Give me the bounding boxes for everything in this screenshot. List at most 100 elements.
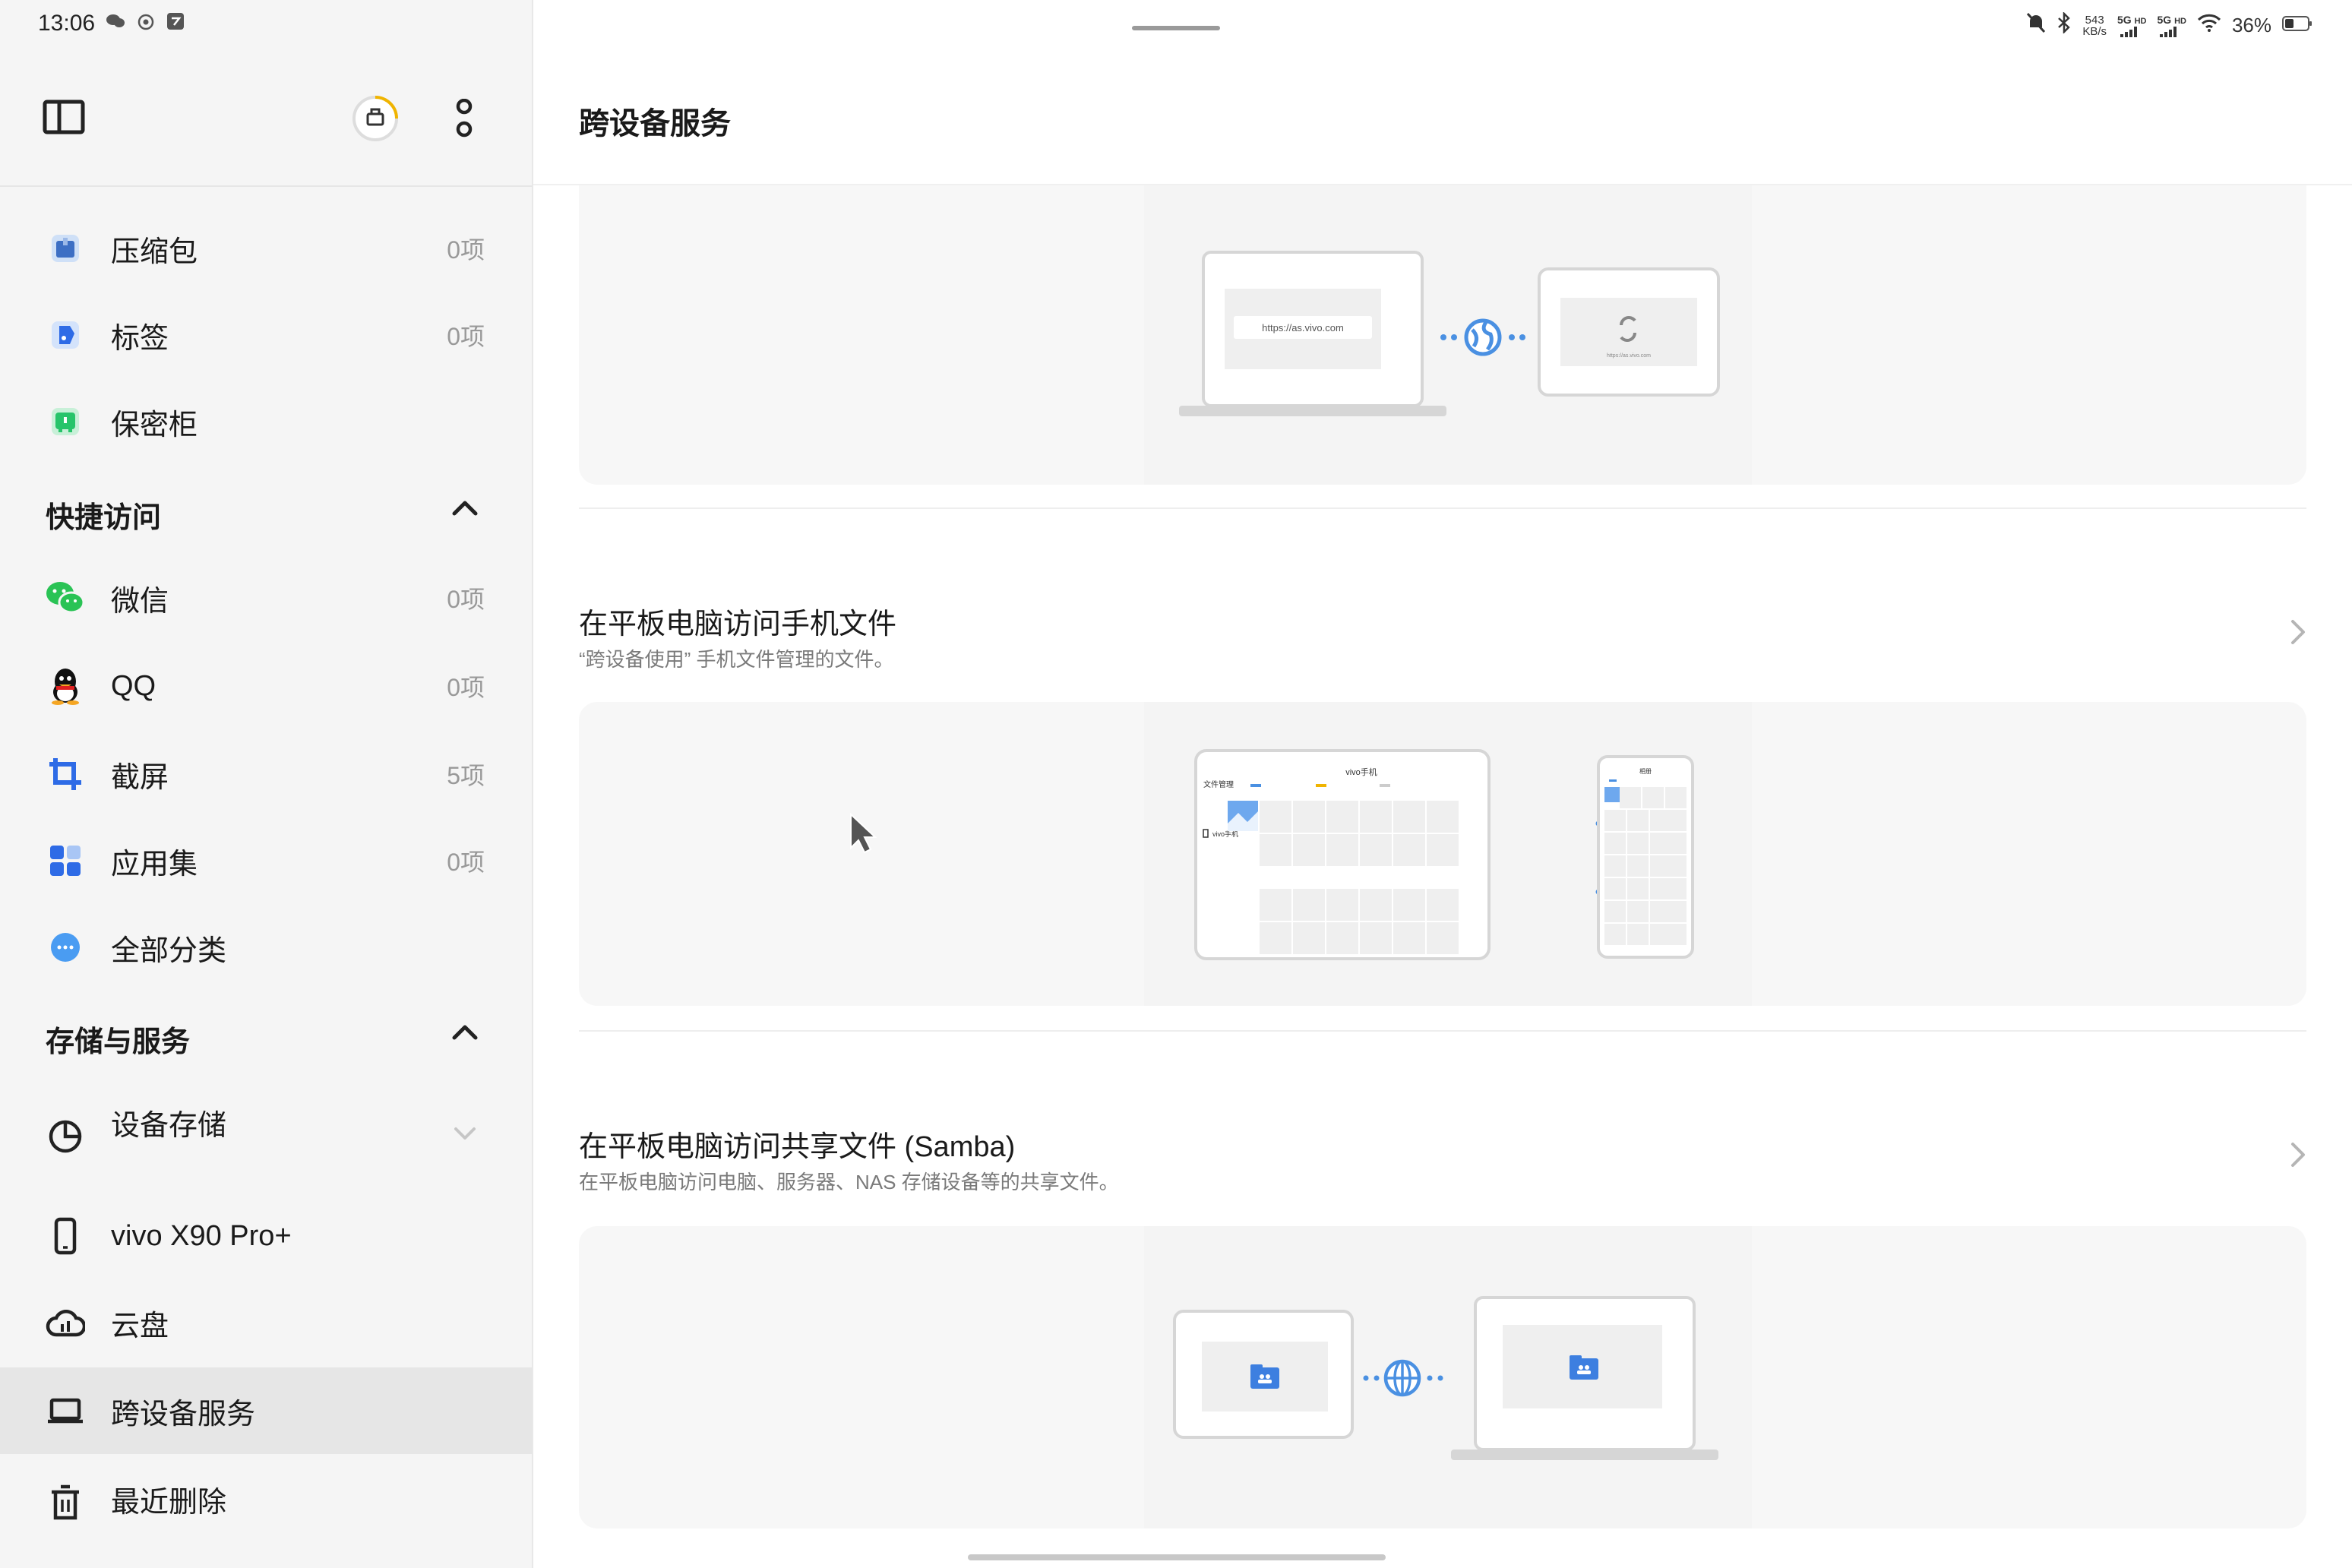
chevron-right-icon — [2287, 1140, 2309, 1170]
cloud-icon — [44, 1301, 87, 1344]
sim2-network-type: 5G — [2157, 13, 2172, 26]
feature-row-samba[interactable]: 在平板电脑访问共享文件 (Samba) 在平板电脑访问电脑、服务器、NAS 存储… — [533, 1100, 2352, 1214]
section-title-storage: 存储与服务 — [46, 1026, 191, 1058]
web-access-illustration: https://as.vivo.com https://as.vivo.com — [1179, 251, 1720, 416]
home-indicator[interactable] — [968, 1554, 1386, 1560]
sidebar-item-label: 截屏 — [111, 761, 169, 794]
sidebar-item-archive[interactable]: 压缩包 0项 — [0, 205, 532, 292]
sidebar-item-label: 设备存储 — [111, 1110, 227, 1142]
window-drag-handle[interactable] — [1132, 26, 1220, 30]
page-title: 跨设备服务 — [579, 107, 731, 141]
sidebar-item-phone[interactable]: vivo X90 Pro+ — [0, 1193, 532, 1279]
chevron-right-icon — [2287, 617, 2309, 647]
sim2-signal: 5G HD — [2157, 14, 2186, 37]
feature-title: 在平板电脑访问共享文件 (Samba) — [579, 1131, 1016, 1163]
sidebar-item-safe[interactable]: 保密柜 — [0, 378, 532, 465]
sidebar-item-label: 标签 — [111, 322, 169, 355]
network-speed: 543 KB/s — [2082, 14, 2107, 37]
sidebar-item-label: 微信 — [111, 585, 169, 618]
sidebar: 13:06 压缩包 0项 标签 0项 保密柜 快捷访问 微信 0项 QQ 0项 … — [0, 0, 533, 1568]
row-divider — [579, 507, 2306, 509]
sidebar-item-label: 保密柜 — [111, 409, 198, 441]
sim1-hd: HD — [2134, 16, 2147, 26]
network-speed-unit: KB/s — [2082, 24, 2107, 38]
sidebar-item-wechat[interactable]: 微信 0项 — [0, 555, 532, 641]
sim1-signal: 5G HD — [2117, 14, 2146, 37]
mute-icon — [2026, 12, 2046, 39]
sidebar-item-label: vivo X90 Pro+ — [111, 1219, 292, 1252]
pie-chart-icon — [44, 1115, 87, 1158]
item-count: 0项 — [447, 236, 485, 264]
network-speed-value: 543 — [2085, 13, 2104, 27]
illustration-card-phone-files: 文件管理 vivo手机 vivo手机 相册 — [579, 702, 2306, 1006]
qq-icon — [44, 665, 87, 707]
main-panel: 543 KB/s 5G HD 5G HD 36% 跨设备服务 https://a… — [533, 0, 2352, 1568]
item-count: 0项 — [447, 674, 485, 701]
screenshot-icon — [44, 753, 87, 795]
feature-description: 在平板电脑访问电脑、服务器、NAS 存储设备等的共享文件。 — [579, 1171, 1119, 1193]
sidebar-item-all-categories[interactable]: 全部分类 — [0, 904, 532, 991]
status-bar-left: 13:06 — [38, 11, 185, 36]
illustration-card-web-access: https://as.vivo.com https://as.vivo.com — [579, 185, 2306, 485]
item-count: 0项 — [447, 323, 485, 350]
sidebar-item-label: 全部分类 — [111, 934, 227, 967]
mouse-cursor-icon — [848, 812, 878, 858]
signal-bars-icon — [2160, 26, 2177, 37]
sidebar-item-label: 跨设备服务 — [111, 1398, 256, 1430]
more-categories-icon — [44, 926, 87, 969]
item-count: 0项 — [447, 586, 485, 613]
sidebar-item-qq[interactable]: QQ 0项 — [0, 643, 532, 729]
status-bar-right: 543 KB/s 5G HD 5G HD 36% — [2026, 11, 2312, 39]
laptop-icon — [44, 1389, 87, 1432]
sidebar-item-screenshot[interactable]: 截屏 5项 — [0, 731, 532, 817]
laptop-url-text: https://as.vivo.com — [1262, 322, 1344, 334]
bluetooth-icon — [2056, 11, 2072, 39]
samba-illustration — [1173, 1296, 1718, 1460]
chevron-up-icon[interactable] — [448, 1016, 482, 1050]
sidebar-item-label: 云盘 — [111, 1310, 169, 1342]
wifi-icon — [2197, 14, 2221, 37]
storage-usage-icon[interactable] — [351, 94, 400, 147]
item-count: 0项 — [447, 849, 485, 876]
battery-percent: 36% — [2231, 14, 2271, 36]
sim1-network-type: 5G — [2117, 13, 2132, 26]
status-time: 13:06 — [38, 11, 96, 36]
sidebar-item-device-storage[interactable]: 设备存储 — [0, 1079, 532, 1193]
phone-files-illustration: 文件管理 vivo手机 vivo手机 相册 — [1194, 749, 1694, 960]
app-notification-icon — [166, 12, 185, 36]
sidebar-item-apps[interactable]: 应用集 0项 — [0, 817, 532, 904]
more-options-icon[interactable] — [453, 98, 476, 145]
phone-header-text: 相册 — [1639, 767, 1652, 775]
sim2-hd: HD — [2174, 16, 2186, 26]
sidebar-item-tag[interactable]: 标签 0项 — [0, 292, 532, 378]
section-title-quick-access: 快捷访问 — [46, 502, 162, 534]
sidebar-item-label: 最近删除 — [111, 1487, 227, 1519]
battery-icon — [2282, 14, 2312, 37]
phone-icon — [44, 1215, 87, 1257]
chevron-up-icon[interactable] — [448, 492, 482, 526]
sidebar-toggle-icon[interactable] — [43, 99, 85, 139]
feature-title: 在平板电脑访问手机文件 — [579, 609, 897, 640]
feature-description: “跨设备使用” 手机文件管理的文件。 — [579, 648, 894, 671]
sidebar-item-cloud[interactable]: 云盘 — [0, 1279, 532, 1366]
sidebar-item-label: 应用集 — [111, 848, 198, 880]
sidebar-item-label: 压缩包 — [111, 236, 198, 268]
screen-url-text: https://as.vivo.com — [1607, 353, 1651, 359]
trash-icon — [44, 1481, 87, 1524]
illustration-card-samba — [579, 1226, 2306, 1528]
feature-row-phone-files[interactable]: 在平板电脑访问手机文件 “跨设备使用” 手机文件管理的文件。 — [533, 577, 2352, 691]
sidebar-item-cross-device[interactable]: 跨设备服务 — [0, 1367, 532, 1454]
wechat-icon — [44, 577, 87, 619]
safe-icon — [44, 400, 87, 443]
tag-icon — [44, 314, 87, 356]
sidebar-item-recently-deleted[interactable]: 最近删除 — [0, 1454, 532, 1541]
sidebar-item-label: QQ — [111, 669, 156, 702]
signal-bars-icon — [2120, 26, 2138, 37]
archive-icon — [44, 227, 87, 270]
sidebar-divider — [0, 185, 532, 187]
tablet-header-text: vivo手机 — [1345, 767, 1377, 777]
apps-icon — [44, 839, 87, 882]
chevron-down-icon[interactable] — [448, 1117, 482, 1150]
camera-notification-icon — [136, 12, 156, 36]
wechat-notification-icon — [106, 13, 125, 35]
